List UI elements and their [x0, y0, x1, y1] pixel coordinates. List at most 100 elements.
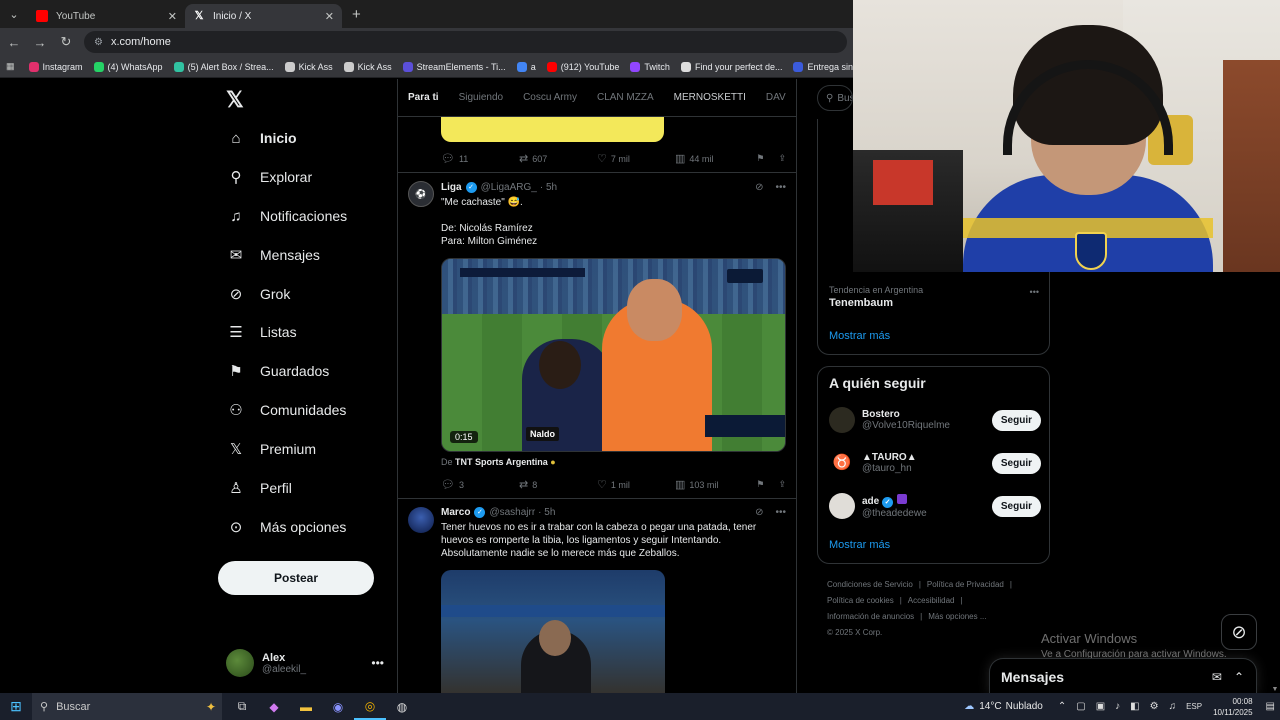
tab-para-ti[interactable]: Para ti [398, 79, 449, 117]
tray-app-icon[interactable]: ◧ [1130, 701, 1139, 712]
apps-grid-icon[interactable]: ▦ [6, 61, 15, 72]
nav-grok[interactable]: ⊘ Grok [226, 284, 291, 304]
author-name[interactable]: Marco [441, 507, 470, 518]
trend-item[interactable]: Tendencia en Argentina Tenembaum [829, 285, 923, 309]
browser-tab-x-home[interactable]: 𝕏 Inicio / X ✕ [185, 4, 342, 28]
bookmark-twitch[interactable]: Twitch [630, 61, 670, 72]
grok-explain-icon[interactable]: ⊘ [755, 507, 763, 518]
scroll-down-arrow-icon[interactable]: ▼ [1270, 686, 1280, 693]
avatar[interactable] [408, 507, 434, 533]
nav-more-options[interactable]: ⊙ Más opciones [226, 517, 347, 537]
more-horizontal-icon[interactable]: ••• [775, 182, 786, 193]
windows-start-icon[interactable]: ⊞ [0, 693, 32, 720]
footer-cookies-link[interactable]: Política de cookies [827, 596, 894, 605]
tab-mernosketti[interactable]: MERNOSKETTI [664, 79, 756, 117]
tweet-photo[interactable] [441, 570, 665, 693]
file-explorer-icon[interactable]: ▬ [290, 693, 322, 720]
tray-network-icon[interactable]: ▣ [1096, 701, 1105, 712]
speaker-icon[interactable]: ♫ [1169, 701, 1177, 712]
views-button[interactable]: ▥ 44 mil [675, 152, 755, 165]
grok-explain-icon[interactable]: ⊘ [755, 182, 763, 193]
author-name[interactable]: Liga [441, 182, 462, 193]
tab-search-chevron-icon[interactable]: ⌄ [0, 0, 28, 28]
bookmark-kick-ass-2[interactable]: Kick Ass [343, 61, 392, 72]
tray-app-icon[interactable]: ▢ [1076, 701, 1085, 712]
tray-app-icon[interactable]: ⚙ [1150, 701, 1159, 712]
site-info-icon[interactable]: ⚙ [94, 37, 103, 48]
microphone-icon[interactable]: ♪ [1115, 701, 1120, 712]
repost-button[interactable]: ⇄ 8 [519, 478, 597, 491]
footer-accessibility-link[interactable]: Accesibilidad [908, 596, 955, 605]
like-button[interactable]: ♡ 1 mil [597, 478, 675, 491]
nav-bookmarks[interactable]: ⚑ Guardados [226, 361, 329, 381]
previous-tweet-media[interactable] [441, 117, 664, 142]
bookmark-find-your-perfect[interactable]: Find your perfect de... [680, 61, 782, 72]
follow-suggestion[interactable]: ♉ ▲TAURO▲ @tauro_hn Seguir [829, 450, 1041, 476]
bookmark-whatsapp[interactable]: (4) WhatsApp [93, 61, 163, 72]
tweet-time[interactable]: · 5h [540, 182, 557, 193]
address-bar[interactable]: ⚙ x.com/home [84, 31, 847, 53]
bookmark-a[interactable]: a [516, 61, 536, 72]
nav-communities[interactable]: ⚇ Comunidades [226, 400, 346, 420]
video-source[interactable]: De TNT Sports Argentina ● [441, 457, 556, 467]
show-more-suggestions[interactable]: Mostrar más [829, 539, 890, 551]
tab-clan-mzza[interactable]: CLAN MZZA [587, 79, 664, 117]
nav-home[interactable]: ⌂ Inicio [226, 128, 296, 148]
bookmark-youtube[interactable]: (912) YouTube [546, 61, 619, 72]
footer-more-link[interactable]: Más opciones ... [928, 612, 986, 621]
nav-premium[interactable]: 𝕏 Premium [226, 439, 316, 459]
author-handle[interactable]: @sashajrr [489, 507, 535, 518]
reload-icon[interactable]: ↻ [54, 34, 78, 50]
back-arrow-icon[interactable]: ← [2, 35, 26, 50]
bookmark-instagram[interactable]: Instagram [28, 61, 83, 72]
follow-suggestion[interactable]: ade ✓ @theadedewe Seguir [829, 493, 1041, 519]
copilot-icon[interactable]: ◆ [258, 693, 290, 720]
bookmark-entrega[interactable]: Entrega sin contact... [793, 61, 853, 72]
bookmark-tweet-icon[interactable]: ⚑ [756, 153, 764, 164]
account-switcher[interactable]: Alex @aleekil_ ••• [226, 649, 384, 677]
close-tab-icon[interactable]: ✕ [325, 10, 334, 23]
footer-privacy-link[interactable]: Política de Privacidad [927, 580, 1004, 589]
more-horizontal-icon[interactable]: ••• [775, 507, 786, 518]
nav-lists[interactable]: ☰ Listas [226, 322, 296, 342]
language-indicator[interactable]: ESP [1186, 702, 1202, 711]
chrome-icon[interactable]: ◎ [354, 693, 386, 720]
chevron-up-icon[interactable]: ⌃ [1234, 670, 1244, 684]
discord-icon[interactable]: ◉ [322, 693, 354, 720]
taskbar-search-input[interactable]: ⚲ Buscar ✦ [32, 693, 222, 720]
repost-button[interactable]: ⇄ 607 [519, 152, 597, 165]
messages-drawer[interactable]: Mensajes ✉ ⌃ [989, 658, 1257, 694]
clock[interactable]: 00:08 10/11/2025 [1213, 696, 1252, 718]
browser-tab-youtube[interactable]: YouTube ✕ [28, 4, 185, 28]
bookmark-streamelements[interactable]: StreamElements - Ti... [402, 61, 506, 72]
follow-button[interactable]: Seguir [991, 409, 1041, 431]
footer-ads-info-link[interactable]: Información de anuncios [827, 612, 914, 621]
task-view-icon[interactable]: ⧉ [226, 693, 258, 720]
nav-explore[interactable]: ⚲ Explorar [226, 167, 313, 187]
notifications-icon[interactable]: ▤ [1266, 701, 1275, 712]
tab-siguiendo[interactable]: Siguiendo [449, 79, 513, 117]
share-icon[interactable]: ⇪ [778, 153, 786, 164]
nav-messages[interactable]: ✉ Mensajes [226, 245, 320, 265]
more-horizontal-icon[interactable]: ••• [371, 656, 384, 670]
bookmark-alert-box[interactable]: (5) Alert Box / Strea... [173, 61, 274, 72]
x-logo-icon[interactable]: 𝕏 [226, 87, 244, 113]
follow-button[interactable]: Seguir [991, 495, 1041, 517]
author-handle[interactable]: @LigaARG_ [481, 182, 537, 193]
follow-button[interactable]: Seguir [991, 452, 1041, 474]
nav-notifications[interactable]: ♫ Notificaciones [226, 206, 347, 226]
bookmark-tweet-icon[interactable]: ⚑ [756, 479, 764, 490]
chevron-up-icon[interactable]: ⌃ [1058, 701, 1066, 712]
follow-suggestion[interactable]: Bostero @Volve10Riquelme Seguir [829, 407, 1041, 433]
reply-button[interactable]: 💬︎ 11 [441, 152, 519, 165]
show-more-trends[interactable]: Mostrar más [829, 330, 890, 342]
nav-profile[interactable]: ♙ Perfil [226, 478, 292, 498]
close-tab-icon[interactable]: ✕ [168, 10, 177, 23]
share-icon[interactable]: ⇪ [778, 479, 786, 490]
search-input[interactable]: ⚲ Bus [817, 85, 853, 111]
tab-dav[interactable]: DAV [756, 79, 796, 117]
footer-terms-link[interactable]: Condiciones de Servicio [827, 580, 913, 589]
like-button[interactable]: ♡ 7 mil [597, 152, 675, 165]
new-tab-icon[interactable]: + [352, 6, 361, 23]
bookmark-kick-ass-1[interactable]: Kick Ass [284, 61, 333, 72]
